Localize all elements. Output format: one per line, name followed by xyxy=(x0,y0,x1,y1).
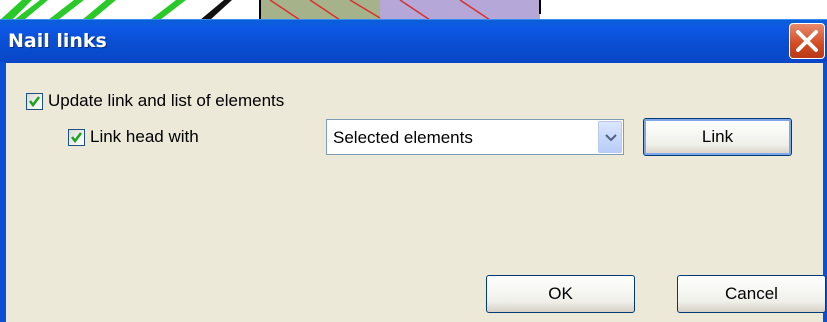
link-button[interactable]: Link xyxy=(643,118,792,156)
cancel-button[interactable]: Cancel xyxy=(677,275,826,313)
link-head-label: Link head with xyxy=(90,127,199,146)
ok-button[interactable]: OK xyxy=(486,275,635,313)
link-head-checkbox[interactable] xyxy=(68,128,85,146)
link-target-select[interactable]: Selected elements xyxy=(326,119,624,155)
update-link-checkbox[interactable] xyxy=(26,92,43,110)
update-link-label: Update link and list of elements xyxy=(48,91,285,110)
link-target-value: Selected elements xyxy=(333,128,473,147)
window-frame-left xyxy=(0,62,6,322)
close-button[interactable] xyxy=(789,23,825,59)
title-bar[interactable]: Nail links xyxy=(0,19,827,63)
update-link-option[interactable]: Update link and list of elements xyxy=(26,91,284,111)
nail-links-dialog: Nail links Update link and list of eleme… xyxy=(0,19,827,322)
checkmark-icon xyxy=(29,95,40,107)
dropdown-button[interactable] xyxy=(598,121,622,153)
dialog-title: Nail links xyxy=(8,30,107,52)
background-canvas xyxy=(0,0,827,20)
background-drawing xyxy=(0,0,541,20)
link-head-option[interactable]: Link head with xyxy=(68,127,199,147)
close-icon xyxy=(796,30,818,52)
chevron-down-icon xyxy=(605,134,617,142)
checkmark-icon xyxy=(71,131,82,143)
